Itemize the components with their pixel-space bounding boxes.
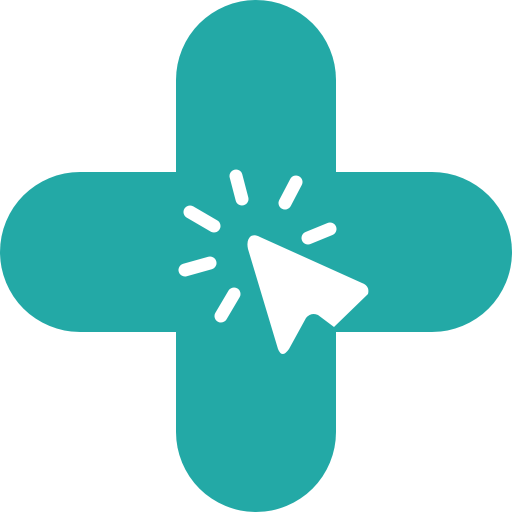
click-ray (178, 256, 217, 277)
click-ray (301, 222, 337, 245)
logo-graphic (0, 0, 512, 512)
click-ray (229, 169, 249, 206)
app-logo (0, 0, 512, 512)
